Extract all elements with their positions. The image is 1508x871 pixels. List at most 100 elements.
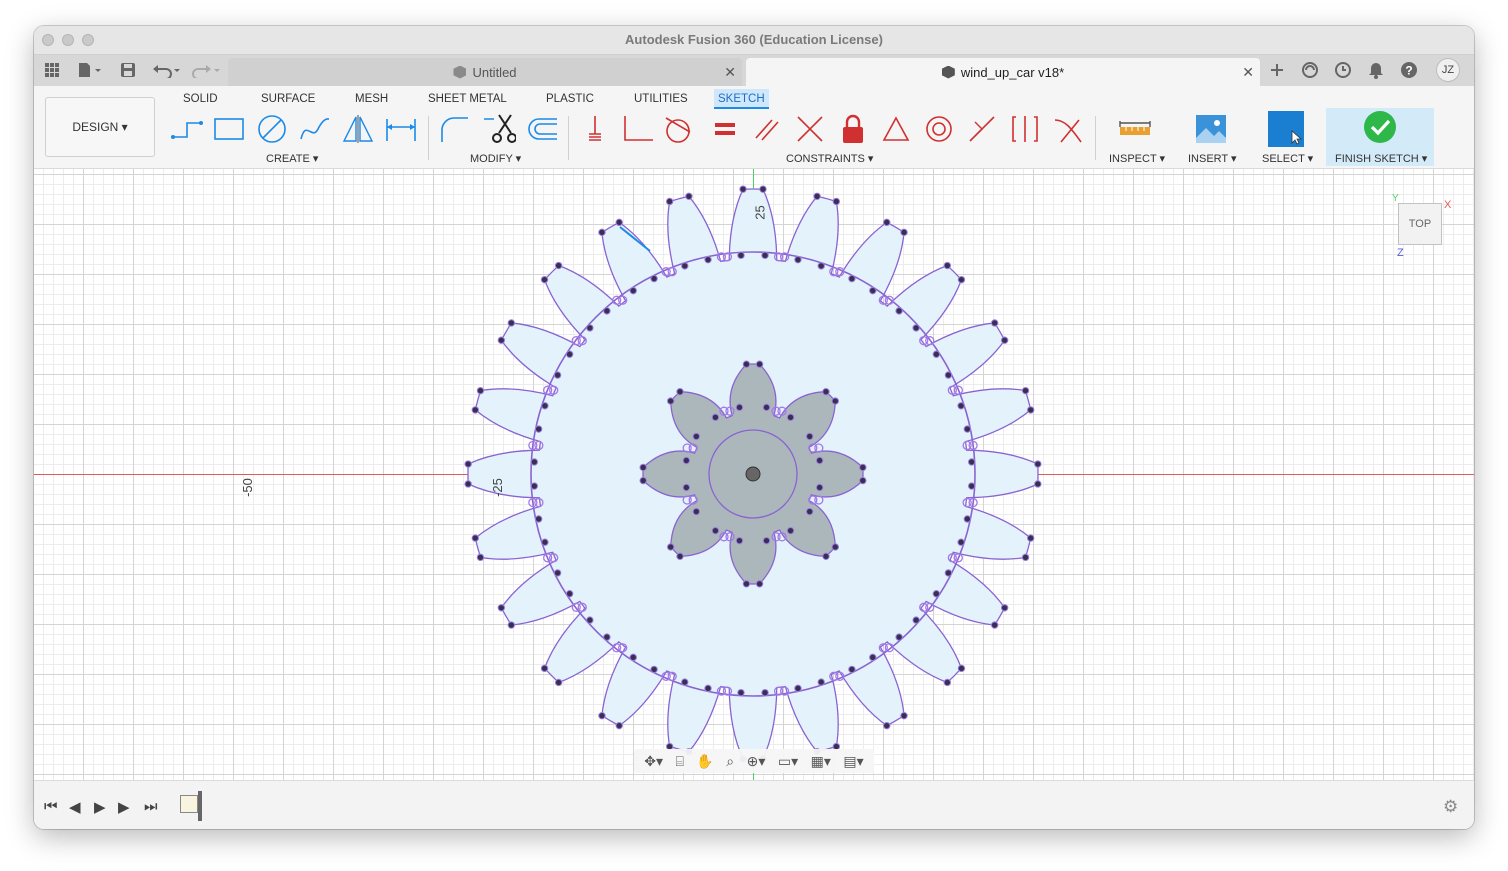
sketch-point (507, 319, 516, 327)
sketch-point (1034, 480, 1042, 488)
coincident-icon[interactable] (576, 112, 614, 146)
tab-sheet-metal[interactable]: SHEET METAL (424, 89, 511, 109)
zoom-icon[interactable]: ⌕ (726, 753, 734, 770)
sketch-point (650, 665, 658, 674)
rectangle-icon[interactable] (210, 112, 248, 146)
play-icon[interactable]: ▶ (94, 798, 106, 816)
sketch-timeline-item-icon[interactable] (180, 795, 198, 813)
circle-icon[interactable] (253, 112, 291, 146)
tab-wind-up-car[interactable]: wind_up_car v18* ✕ (746, 58, 1260, 86)
sketch-point (565, 590, 574, 598)
undo-icon[interactable] (150, 60, 184, 80)
offset-icon[interactable] (523, 112, 561, 146)
trim-icon[interactable] (480, 112, 518, 146)
display-settings-icon[interactable]: ▭▾ (778, 753, 798, 770)
tab-surface[interactable]: SURFACE (257, 89, 319, 109)
select-menu[interactable]: SELECT ▾ (1262, 152, 1313, 165)
look-at-icon[interactable]: ⌸ (675, 753, 683, 770)
save-icon[interactable] (118, 60, 138, 80)
parallel-icon[interactable] (748, 112, 786, 146)
grid-settings-icon[interactable]: ▦▾ (811, 753, 831, 770)
user-avatar[interactable]: JZ (1436, 58, 1460, 82)
file-menu-icon[interactable] (74, 60, 104, 80)
tab-mesh[interactable]: MESH (351, 89, 392, 109)
document-icon (453, 65, 467, 79)
sketch-point (957, 664, 966, 673)
perpendicular-icon[interactable] (791, 112, 829, 146)
sketch-point (848, 274, 856, 283)
horizontal-vertical-icon[interactable] (1006, 112, 1044, 146)
close-tab-icon[interactable]: ✕ (724, 64, 736, 81)
tab-plastic[interactable]: PLASTIC (542, 89, 598, 109)
orbit-icon[interactable]: ✥▾ (644, 753, 663, 770)
data-panel-grid-icon[interactable] (42, 60, 62, 80)
sketch-point (464, 460, 472, 468)
fit-icon[interactable]: ⊕▾ (747, 753, 766, 770)
sketch-point (943, 678, 952, 687)
dimension-label-mid: -25 (489, 478, 505, 497)
midpoint-icon[interactable] (877, 112, 915, 146)
tab-utilities[interactable]: UTILITIES (630, 89, 692, 109)
equal-icon[interactable] (706, 112, 744, 146)
job-status-icon[interactable] (1331, 59, 1355, 81)
sketch-point (759, 185, 767, 193)
go-to-end-icon[interactable]: ⏭ (144, 798, 158, 815)
insert-menu[interactable]: INSERT ▾ (1188, 152, 1237, 165)
step-forward-icon[interactable]: ▶ (118, 798, 130, 816)
extensions-icon[interactable] (1298, 59, 1322, 81)
sketch-point (832, 197, 841, 206)
toolbar-divider (428, 116, 429, 160)
sketch-point (553, 569, 562, 577)
sketch-point (681, 262, 689, 270)
modify-menu[interactable]: MODIFY ▾ (470, 152, 521, 165)
notifications-bell-icon[interactable] (1364, 59, 1388, 81)
sketch-point (1034, 460, 1042, 468)
sketch-canvas[interactable]: 25 -50 -25 TOP X Y Z ✥▾ ⌸ ✋ ⌕ ⊕▾ ▭▾ ▦▾ ▤… (34, 169, 1474, 780)
viewports-icon[interactable]: ▤▾ (843, 753, 863, 770)
tab-sketch[interactable]: SKETCH (714, 89, 769, 109)
sketch-point (932, 590, 941, 598)
smooth-icon[interactable] (1049, 112, 1087, 146)
collinear-icon[interactable] (619, 112, 657, 146)
tab-solid[interactable]: SOLID (179, 89, 222, 109)
svg-text:?: ? (1405, 64, 1412, 78)
finish-sketch-button[interactable]: FINISH SKETCH ▾ (1335, 152, 1427, 165)
pan-hand-icon[interactable]: ✋ (696, 753, 713, 770)
measure-icon[interactable] (1116, 112, 1154, 146)
sketch-point (530, 482, 539, 490)
select-icon[interactable] (1267, 111, 1305, 147)
close-tab-icon[interactable]: ✕ (1242, 64, 1254, 81)
finish-sketch-check-icon[interactable] (1361, 110, 1399, 144)
tab-untitled[interactable]: Untitled ✕ (228, 58, 742, 86)
sketch-point (464, 480, 472, 488)
help-icon[interactable]: ? (1397, 59, 1421, 81)
inspect-menu[interactable]: INSPECT ▾ (1109, 152, 1165, 165)
timeline-marker[interactable] (198, 791, 202, 821)
timeline-bar: ⏮ ◀ ▶ ▶ ⏭ ⚙ (34, 780, 1474, 829)
line-icon[interactable] (168, 112, 206, 146)
dimension-icon[interactable] (382, 112, 420, 146)
spline-icon[interactable] (296, 112, 334, 146)
sketch-point (943, 261, 952, 270)
timeline-settings-gear-icon[interactable]: ⚙ (1443, 797, 1458, 817)
sketch-point (805, 432, 814, 441)
constraints-menu[interactable]: CONSTRAINTS ▾ (786, 152, 873, 165)
sketch-point (711, 413, 720, 422)
go-to-start-icon[interactable]: ⏮ (44, 798, 58, 815)
gear-sketch[interactable] (34, 169, 1474, 780)
new-tab-plus-icon[interactable] (1265, 59, 1289, 81)
redo-icon[interactable] (190, 60, 224, 80)
insert-image-icon[interactable] (1192, 112, 1230, 146)
view-cube[interactable]: TOP (1398, 203, 1442, 245)
workspace-switcher-button[interactable]: DESIGN ▾ (45, 97, 155, 157)
fillet-icon[interactable] (436, 112, 474, 146)
symmetry-icon[interactable] (963, 112, 1001, 146)
tangent-icon[interactable] (660, 112, 698, 146)
sketch-point (1027, 534, 1035, 542)
mirror-icon[interactable] (339, 112, 377, 146)
concentric-icon[interactable] (920, 112, 958, 146)
create-menu[interactable]: CREATE ▾ (266, 152, 318, 165)
fix-icon[interactable] (834, 112, 872, 146)
step-back-icon[interactable]: ◀ (69, 798, 81, 816)
sketch-point (586, 324, 594, 332)
